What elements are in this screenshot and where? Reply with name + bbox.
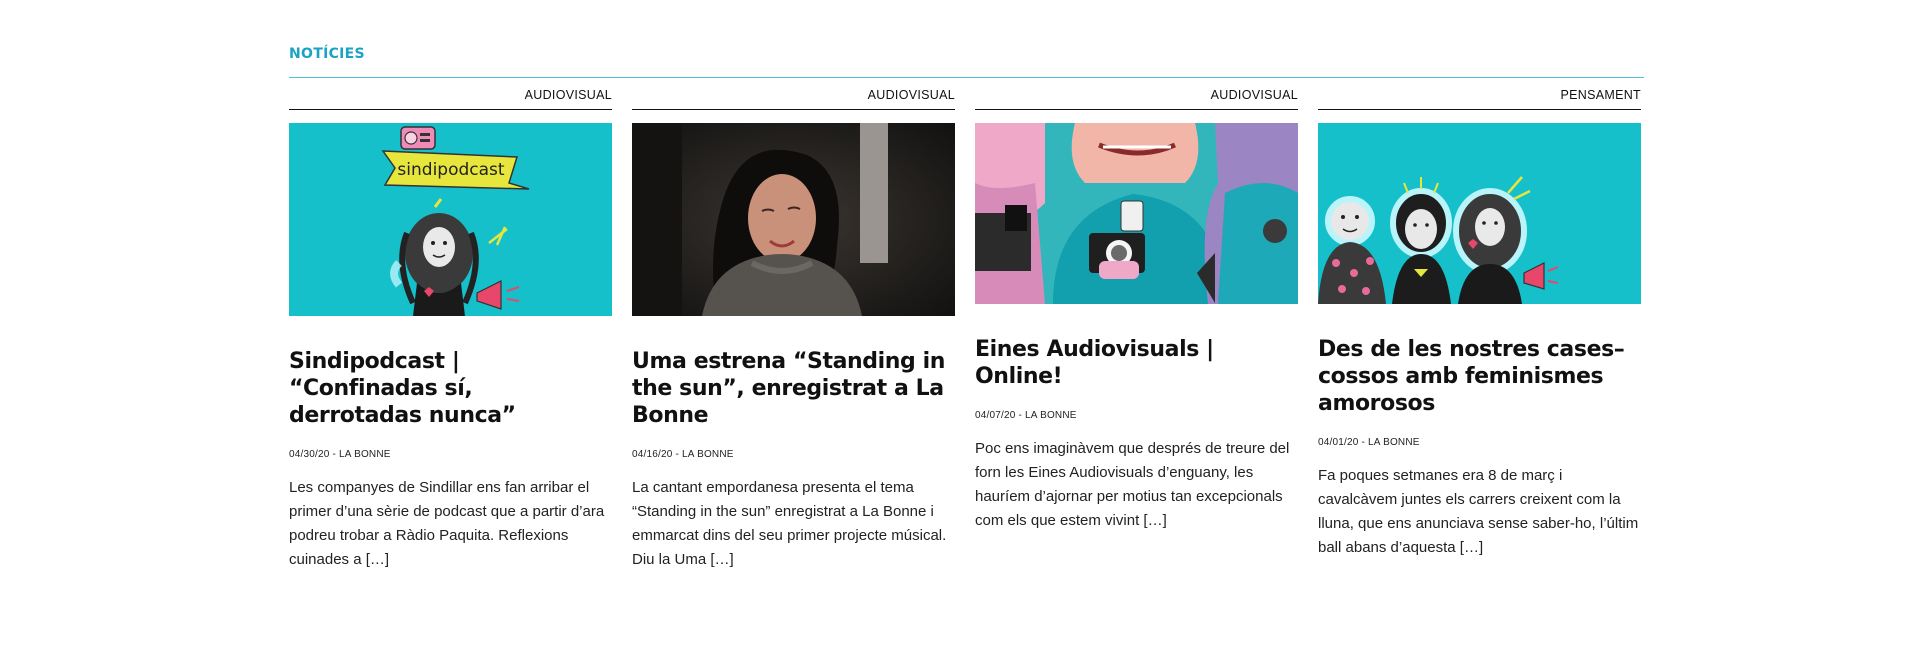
news-thumbnail-portrait[interactable] bbox=[632, 123, 955, 316]
news-date: 04/07/20 bbox=[975, 410, 1016, 421]
news-grid: AUDIOVISUAL sindipodcast Sindipodcast | … bbox=[289, 78, 1644, 572]
news-title[interactable]: Eines Audiovisuals | Online! bbox=[975, 336, 1298, 390]
news-card: AUDIOVISUAL bbox=[975, 78, 1298, 572]
news-date: 04/30/20 bbox=[289, 449, 330, 460]
news-author[interactable]: LA BONNE bbox=[339, 449, 391, 460]
news-title[interactable]: Des de les nostres cases– cossos amb fem… bbox=[1318, 336, 1641, 417]
news-thumbnail-sindipodcast[interactable]: sindipodcast bbox=[289, 123, 612, 316]
news-meta: 04/30/20 - LA BONNE bbox=[289, 449, 612, 460]
sindipodcast-logo-text: sindipodcast bbox=[397, 160, 504, 180]
news-section: NOTÍCIES AUDIOVISUAL sindipodcast Sindip… bbox=[289, 44, 1644, 572]
news-thumbnail-dolls[interactable] bbox=[1318, 123, 1641, 304]
category-label[interactable]: PENSAMENT bbox=[1318, 78, 1641, 110]
news-date: 04/16/20 bbox=[632, 449, 673, 460]
news-card: PENSAMENT Des de les nostres cases– coss… bbox=[1318, 78, 1641, 572]
news-thumbnail-illustration[interactable] bbox=[975, 123, 1298, 304]
news-excerpt: Les companyes de Sindillar ens fan arrib… bbox=[289, 479, 605, 568]
section-title: NOTÍCIES bbox=[289, 46, 365, 62]
category-label[interactable]: AUDIOVISUAL bbox=[289, 78, 612, 110]
category-label[interactable]: AUDIOVISUAL bbox=[632, 78, 955, 110]
meta-separator: - bbox=[1358, 437, 1369, 448]
news-title[interactable]: Uma estrena “Standing in the sun”, enreg… bbox=[632, 348, 955, 429]
news-meta: 04/01/20 - LA BONNE bbox=[1318, 437, 1641, 448]
meta-separator: - bbox=[1015, 410, 1026, 421]
news-excerpt: Fa poques setmanes era 8 de març i caval… bbox=[1318, 467, 1639, 556]
meta-separator: - bbox=[329, 449, 340, 460]
news-author[interactable]: LA BONNE bbox=[682, 449, 734, 460]
news-excerpt: La cantant empordanesa presenta el tema … bbox=[632, 479, 947, 568]
news-author[interactable]: LA BONNE bbox=[1368, 437, 1420, 448]
news-title[interactable]: Sindipodcast | “Confinadas sí, derrotada… bbox=[289, 348, 612, 429]
news-date: 04/01/20 bbox=[1318, 437, 1359, 448]
meta-separator: - bbox=[672, 449, 683, 460]
news-author[interactable]: LA BONNE bbox=[1025, 410, 1077, 421]
category-label[interactable]: AUDIOVISUAL bbox=[975, 78, 1298, 110]
news-card: AUDIOVISUAL sindipodcast Sindipodcast | … bbox=[289, 78, 612, 572]
news-excerpt: Poc ens imaginàvem que després de treure… bbox=[975, 440, 1290, 529]
news-meta: 04/07/20 - LA BONNE bbox=[975, 410, 1298, 421]
news-card: AUDIOVISUAL bbox=[632, 78, 955, 572]
news-meta: 04/16/20 - LA BONNE bbox=[632, 449, 955, 460]
